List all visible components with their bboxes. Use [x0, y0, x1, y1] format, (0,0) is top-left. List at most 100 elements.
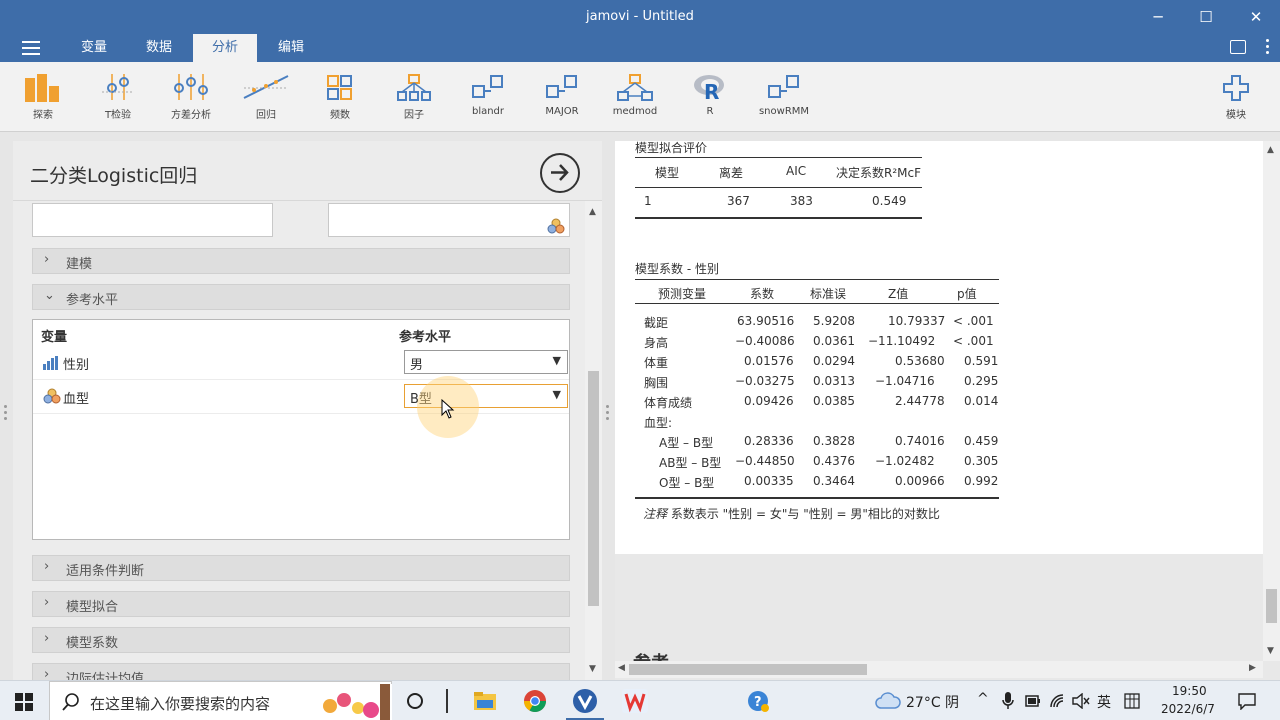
- results-horizontal-scrollbar[interactable]: ◀ ▶: [615, 661, 1263, 678]
- r-logo-icon: R: [675, 72, 745, 102]
- results-content: 模型拟合评价 模型 离差 AIC 决定系数R²McF 1 367 383 0.5…: [615, 141, 1263, 554]
- more-menu-icon[interactable]: [1266, 39, 1270, 57]
- coef-table-note: 注释 系数表示 "性别 = 女"与 "性别 = 男"相比的对数比: [643, 507, 940, 521]
- input-language-indicator[interactable]: 英: [1097, 692, 1111, 712]
- scrollbar-thumb[interactable]: [629, 664, 867, 675]
- ribbon-regression[interactable]: 回归: [231, 72, 301, 121]
- file-explorer-icon[interactable]: [473, 690, 497, 712]
- title-bar: jamovi - Untitled ─ ☐ ✕: [0, 0, 1280, 34]
- ribbon-modules[interactable]: 模块: [1201, 72, 1271, 121]
- anova-icon: [156, 72, 226, 102]
- ttest-icon: [83, 72, 153, 102]
- arrow-right-icon: [551, 164, 569, 181]
- ribbon-anova[interactable]: 方差分析: [156, 72, 226, 121]
- variable-list-box[interactable]: [32, 203, 273, 237]
- notification-center-icon[interactable]: [1238, 692, 1256, 710]
- task-view-icon[interactable]: [406, 692, 424, 710]
- close-button[interactable]: ✕: [1241, 6, 1271, 28]
- svg-text:?: ?: [754, 695, 762, 710]
- scroll-down-icon[interactable]: ▼: [589, 664, 596, 674]
- scroll-right-icon[interactable]: ▶: [1249, 663, 1256, 673]
- nominal-variable-icon: [547, 218, 565, 234]
- chevron-down-icon: ▼: [552, 354, 561, 367]
- tab-analysis[interactable]: 分析: [193, 34, 257, 62]
- wps-office-icon[interactable]: [622, 689, 648, 713]
- ribbon-major[interactable]: MAJOR: [527, 72, 597, 117]
- left-splitter-handle[interactable]: [4, 405, 8, 423]
- clock-date[interactable]: 2022/6/7: [1161, 702, 1215, 716]
- tab-edit[interactable]: 编辑: [263, 34, 319, 62]
- options-scrollbar[interactable]: ▲ ▼: [585, 201, 602, 680]
- tray-overflow-chevron-icon[interactable]: ^: [977, 691, 989, 707]
- table-row: 性别 男 ▼: [33, 346, 569, 380]
- tab-data[interactable]: 数据: [131, 34, 187, 62]
- clock-time[interactable]: 19:50: [1172, 684, 1207, 698]
- volume-muted-icon[interactable]: [1072, 693, 1090, 709]
- hamburger-menu-icon[interactable]: [22, 41, 40, 55]
- ribbon-medmod[interactable]: medmod: [600, 72, 670, 117]
- scroll-left-icon[interactable]: ◀: [618, 663, 625, 673]
- taskbar-search-box[interactable]: 在这里输入你要搜索的内容: [49, 681, 392, 720]
- section-marginal-means[interactable]: › 边际估计均值: [32, 663, 570, 680]
- pane-splitter-handle[interactable]: [606, 405, 610, 423]
- chevron-down-icon: ▼: [552, 388, 561, 401]
- scrollbar-thumb[interactable]: [588, 371, 599, 606]
- minimize-button[interactable]: ─: [1143, 6, 1173, 28]
- chevron-right-icon: ›: [44, 559, 50, 574]
- panel-toggle-icon[interactable]: [1230, 40, 1246, 54]
- plus-icon: [1201, 72, 1271, 102]
- scrollbar-thumb[interactable]: [1266, 589, 1277, 623]
- menu-bar: 变量 数据 分析 编辑: [0, 34, 1280, 62]
- table-row: 血型 B型 ▼: [33, 380, 569, 414]
- analysis-options-panel: 二分类Logistic回归 › 建模 ⌄ 参考水平 变量 参考水平 性别 男 ▼…: [13, 141, 602, 680]
- ribbon-snowrmm[interactable]: snowRMM: [749, 72, 819, 117]
- column-header-variable: 变量: [41, 330, 68, 345]
- ribbon-frequencies[interactable]: 频数: [305, 72, 375, 121]
- model-coefficients-table: 预测变量 系数 标准误 Z值 p值 截距 63.90516 5.9208 10.…: [635, 279, 999, 499]
- factor-list-box[interactable]: [328, 203, 570, 237]
- scroll-up-icon[interactable]: ▲: [1267, 145, 1274, 155]
- jamovi-taskbar-icon[interactable]: [572, 688, 598, 714]
- windows-taskbar: 在这里输入你要搜索的内容 ? 27°C 阴 ^ 英 19:50 2022/6/7: [0, 680, 1280, 720]
- module-icon: [527, 72, 597, 102]
- section-modeling[interactable]: › 建模: [32, 248, 570, 274]
- scroll-down-icon[interactable]: ▼: [1267, 646, 1274, 656]
- reference-level-select-gender[interactable]: 男 ▼: [404, 350, 568, 374]
- section-assumptions[interactable]: › 适用条件判断: [32, 555, 570, 581]
- search-highlight-flowers-icon: [316, 684, 392, 720]
- chrome-icon[interactable]: [523, 689, 547, 713]
- cloud-weather-icon[interactable]: [874, 691, 902, 711]
- taskbar-separator: [446, 689, 448, 713]
- factor-icon: [379, 72, 449, 102]
- ribbon-ttest[interactable]: T检验: [83, 72, 153, 121]
- maximize-button[interactable]: ☐: [1191, 6, 1221, 28]
- chevron-down-icon: ⌄: [44, 288, 55, 303]
- section-reference-levels[interactable]: ⌄ 参考水平: [32, 284, 570, 310]
- window-title: jamovi - Untitled: [586, 9, 694, 24]
- battery-icon[interactable]: [1025, 694, 1041, 708]
- close-options-button[interactable]: [540, 153, 580, 193]
- medmod-icon: [600, 72, 670, 102]
- ribbon-blandr[interactable]: blandr: [453, 72, 523, 117]
- column-header-reference: 参考水平: [399, 330, 452, 345]
- regression-icon: [231, 72, 301, 102]
- section-model-coefficients[interactable]: › 模型系数: [32, 627, 570, 653]
- windows-start-icon[interactable]: [15, 693, 33, 711]
- wifi-icon[interactable]: [1049, 693, 1065, 709]
- ime-grid-icon[interactable]: [1124, 693, 1140, 709]
- weather-text[interactable]: 27°C 阴: [906, 692, 959, 712]
- microphone-icon[interactable]: [1001, 692, 1015, 710]
- tab-variables[interactable]: 变量: [66, 34, 122, 62]
- results-panel: 模型拟合评价 模型 离差 AIC 决定系数R²McF 1 367 383 0.5…: [615, 141, 1280, 680]
- section-model-fit[interactable]: › 模型拟合: [32, 591, 570, 617]
- ribbon-explore[interactable]: 探索: [8, 72, 78, 121]
- analysis-title: 二分类Logistic回归: [30, 165, 198, 187]
- results-vertical-scrollbar[interactable]: ▲ ▼: [1263, 141, 1280, 661]
- chevron-right-icon: ›: [44, 595, 50, 610]
- mouse-pointer-icon: [441, 399, 455, 419]
- scroll-up-icon[interactable]: ▲: [589, 207, 596, 217]
- nominal-variable-icon: [43, 388, 61, 404]
- help-tray-icon[interactable]: ?: [746, 689, 770, 713]
- ribbon-factor[interactable]: 因子: [379, 72, 449, 121]
- ribbon-r[interactable]: R R: [675, 72, 745, 117]
